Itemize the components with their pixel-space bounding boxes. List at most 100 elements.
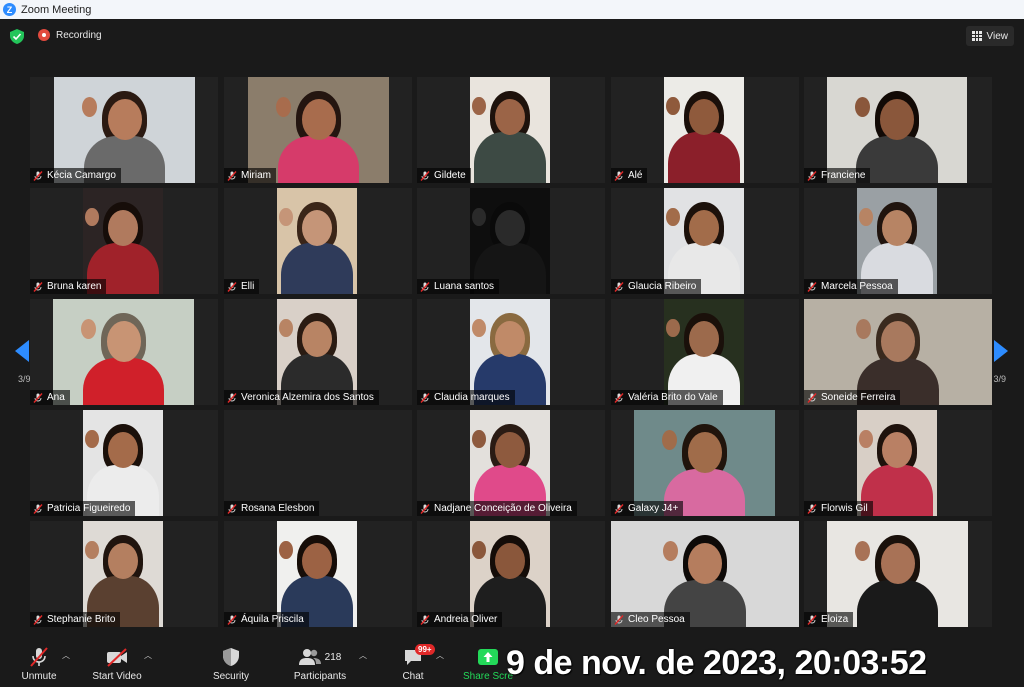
muted-mic-icon	[807, 281, 817, 292]
participant-tile[interactable]: Patricia Figueiredo	[30, 410, 218, 516]
muted-mic-icon	[227, 392, 237, 403]
participant-tile[interactable]: Florwis Gil	[804, 410, 992, 516]
participant-nameplate: Soneide Ferreira	[804, 390, 901, 405]
participant-tile[interactable]: Valéria Brito do Vale	[611, 299, 799, 405]
participant-name: Veronica Alzemira dos Santos	[241, 392, 374, 403]
participant-tile[interactable]: Cleo Pessoa	[611, 521, 799, 627]
participant-tile[interactable]: Soneide Ferreira	[804, 299, 992, 405]
audio-options-chevron-icon[interactable]: ︿	[62, 650, 70, 661]
person-body	[277, 136, 360, 183]
person-hand	[472, 208, 486, 227]
muted-mic-icon	[807, 392, 817, 403]
person-hand	[85, 430, 99, 449]
person-hand	[855, 319, 871, 340]
participant-tile[interactable]: Galaxy J4+	[611, 410, 799, 516]
muted-mic-icon	[33, 170, 43, 181]
participant-nameplate: Cleo Pessoa	[611, 612, 690, 627]
participant-name: Franciene	[821, 170, 866, 181]
person-hand	[859, 430, 873, 449]
participant-tile[interactable]: Gildete	[417, 77, 605, 183]
security-button[interactable]: Security	[208, 638, 254, 687]
participant-nameplate: Nadjane Conceição de Oliveira	[417, 501, 577, 516]
person-face	[881, 321, 915, 362]
muted-microphone-icon	[30, 647, 48, 667]
person-body	[280, 243, 354, 294]
person-hand	[662, 541, 678, 562]
participant-tile[interactable]: Eloiza	[804, 521, 992, 627]
participant-nameplate: Claudia marques	[417, 390, 515, 405]
muted-mic-icon	[33, 281, 43, 292]
participant-tile[interactable]: Ana	[30, 299, 218, 405]
person-face	[106, 321, 141, 362]
participant-nameplate: Eloiza	[804, 612, 854, 627]
participant-tile[interactable]: Claudia marques	[417, 299, 605, 405]
start-video-button[interactable]: Start Video	[88, 638, 146, 687]
video-options-chevron-icon[interactable]: ︿	[144, 650, 152, 661]
participant-nameplate: Rosana Elesbon	[224, 501, 320, 516]
person-body	[667, 132, 741, 183]
participant-tile[interactable]: Áquila Priscila	[224, 521, 412, 627]
page-indicator-right: 3/9	[993, 374, 1006, 384]
participant-tile[interactable]: Veronica Alzemira dos Santos	[224, 299, 412, 405]
participant-nameplate: Alé	[611, 168, 648, 183]
participant-nameplate: Luana santos	[417, 279, 500, 294]
muted-mic-icon	[227, 170, 237, 181]
record-icon	[38, 29, 50, 41]
view-button[interactable]: View	[966, 26, 1014, 46]
participant-name: Cleo Pessoa	[628, 614, 685, 625]
participant-tile[interactable]: Kécia Camargo	[30, 77, 218, 183]
participant-tile[interactable]: Luana santos	[417, 188, 605, 294]
participant-name: Luana santos	[434, 281, 495, 292]
video-gallery: Kécia Camargo Miriam Gildete Alé Franciene Br…	[30, 77, 992, 627]
muted-mic-icon	[33, 392, 43, 403]
participant-name: Nadjane Conceição de Oliveira	[434, 503, 572, 514]
participant-name: Andreia Oliver	[434, 614, 498, 625]
participant-video	[664, 77, 744, 183]
participant-nameplate: Áquila Priscila	[224, 612, 309, 627]
participant-tile[interactable]: Bruna karen	[30, 188, 218, 294]
shield-check-icon[interactable]	[10, 29, 24, 44]
participant-name: Glaucia Ribeiro	[628, 281, 697, 292]
window-titlebar: Z Zoom Meeting	[0, 0, 1024, 19]
participants-count: 218	[324, 651, 342, 663]
participant-tile[interactable]: Marcela Pessoa	[804, 188, 992, 294]
participant-tile[interactable]: Glaucia Ribeiro	[611, 188, 799, 294]
grid-view-icon	[972, 31, 982, 41]
security-label: Security	[212, 671, 250, 682]
participant-video	[53, 299, 194, 405]
participant-tile[interactable]: Nadjane Conceição de Oliveira	[417, 410, 605, 516]
participant-name: Gildete	[434, 170, 466, 181]
person-body	[473, 132, 547, 183]
next-page-arrow-icon[interactable]	[994, 340, 1008, 362]
participant-nameplate: Marcela Pessoa	[804, 279, 898, 294]
participant-tile[interactable]: Elli	[224, 188, 412, 294]
participant-name: Eloiza	[821, 614, 849, 625]
chat-label: Chat	[402, 671, 424, 682]
chat-options-chevron-icon[interactable]: ︿	[436, 650, 444, 661]
participant-nameplate: Miriam	[224, 168, 276, 183]
person-hand	[82, 97, 98, 118]
security-shield-icon	[223, 648, 239, 666]
muted-mic-icon	[33, 503, 43, 514]
participant-tile[interactable]: Andreia Oliver	[417, 521, 605, 627]
prev-page-arrow-icon[interactable]	[15, 340, 29, 362]
recording-indicator[interactable]: Recording	[38, 29, 102, 41]
unmute-button[interactable]: Unmute	[16, 638, 62, 687]
person-hand	[666, 319, 680, 338]
video-off-icon	[107, 648, 127, 667]
participant-tile[interactable]: Franciene	[804, 77, 992, 183]
participant-tile[interactable]: Stephanie Brito	[30, 521, 218, 627]
participants-options-chevron-icon[interactable]: ︿	[359, 650, 367, 661]
participant-tile[interactable]: Alé	[611, 77, 799, 183]
participant-name: Marcela Pessoa	[821, 281, 893, 292]
participant-name: Miriam	[241, 170, 271, 181]
participants-button[interactable]: 218 Participants	[290, 638, 350, 687]
person-hand	[666, 97, 680, 116]
participant-tile[interactable]: Miriam	[224, 77, 412, 183]
participant-video	[277, 188, 357, 294]
participant-nameplate: Kécia Camargo	[30, 168, 121, 183]
participant-nameplate: Patricia Figueiredo	[30, 501, 136, 516]
recording-label: Recording	[56, 29, 102, 41]
participant-tile[interactable]: Rosana Elesbon	[224, 410, 412, 516]
muted-mic-icon	[807, 170, 817, 181]
